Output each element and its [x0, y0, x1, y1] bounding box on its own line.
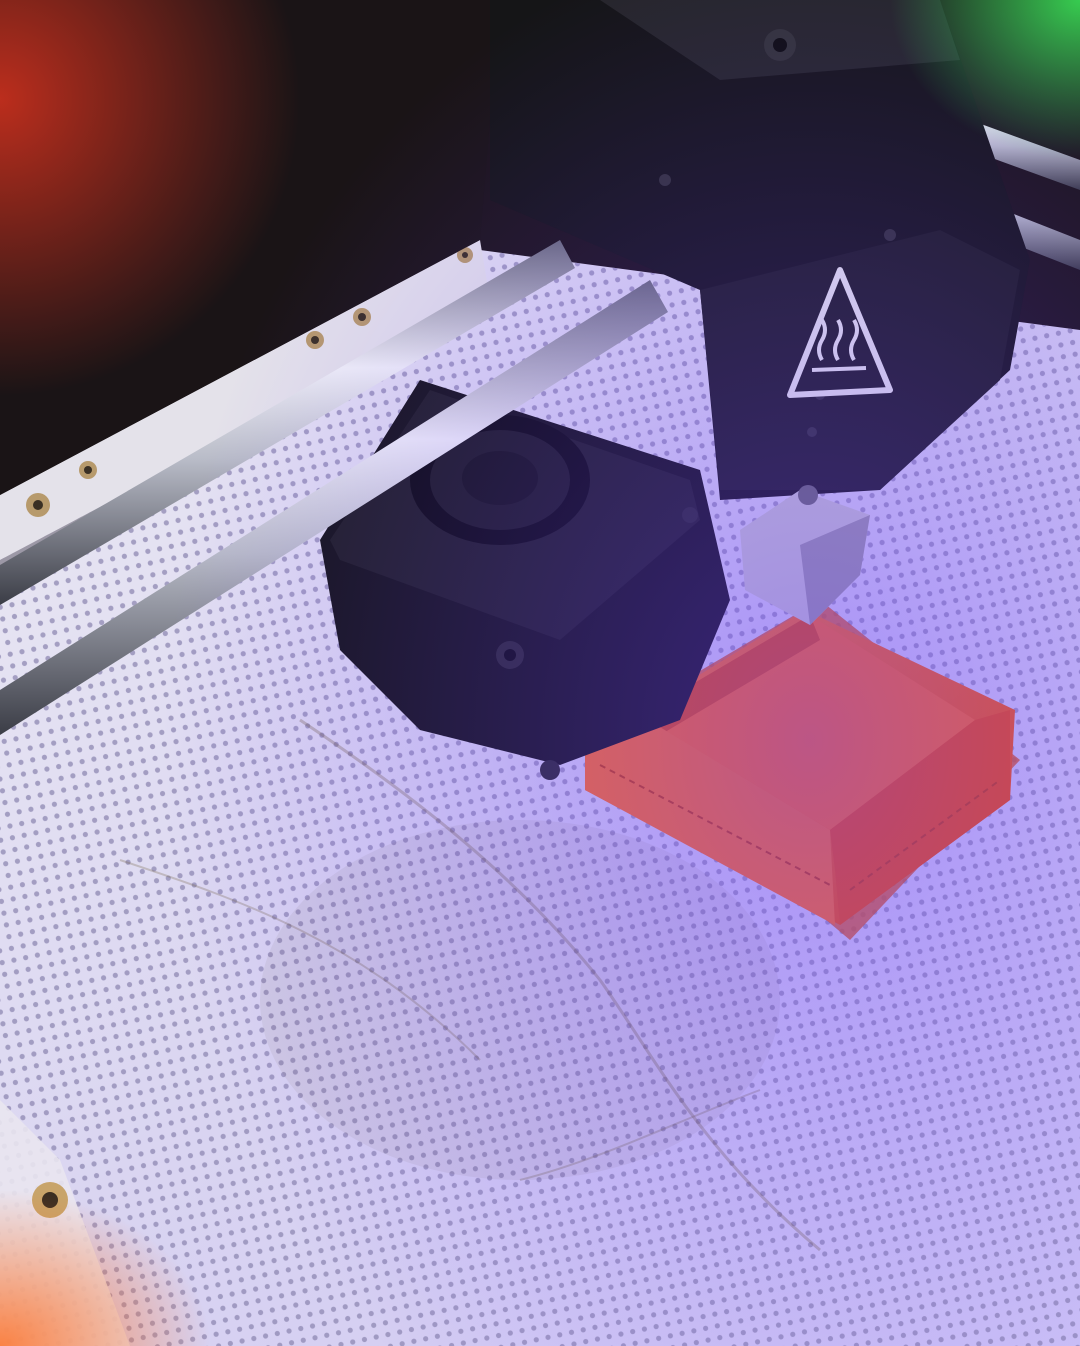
- orange-light-glow: [0, 900, 600, 1346]
- photo-scene: [0, 0, 1080, 1346]
